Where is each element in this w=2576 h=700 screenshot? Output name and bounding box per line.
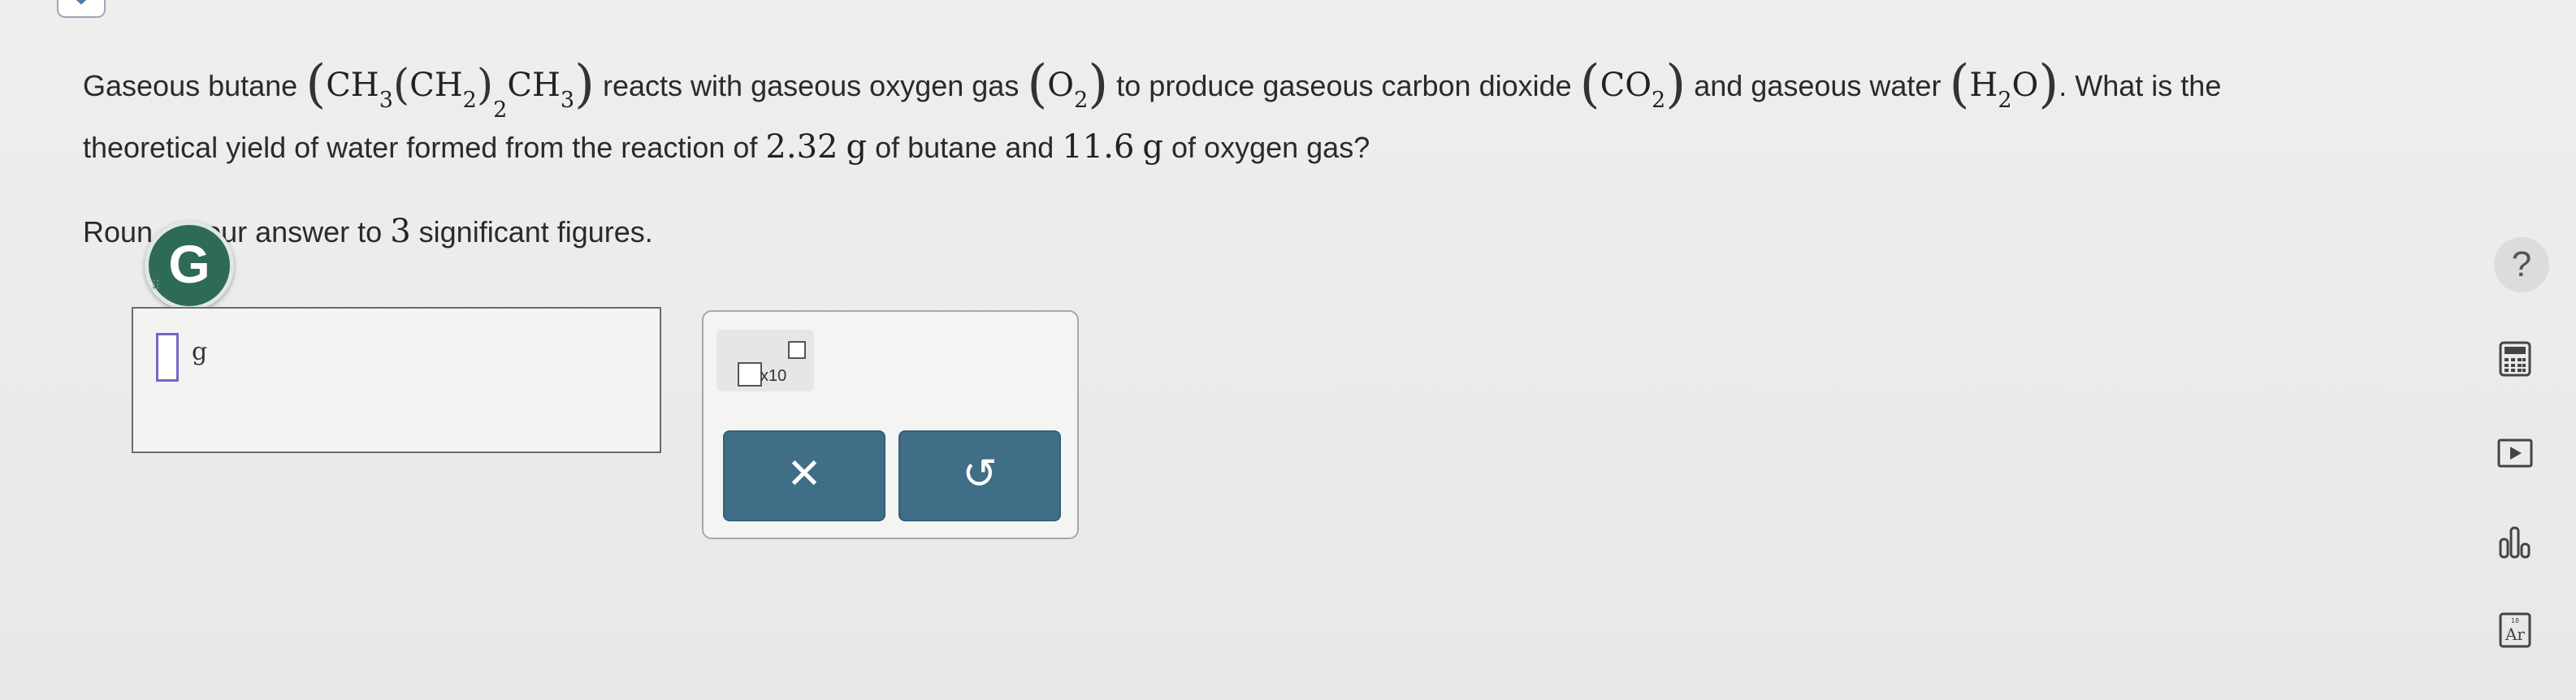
periodic-table-icon[interactable]: Ar 18 — [2496, 611, 2535, 650]
question-text: of butane and — [875, 131, 1054, 164]
paren-close: ) — [1088, 54, 1109, 115]
paren-open: ( — [305, 54, 327, 115]
instruction-text: our answer to — [205, 215, 383, 248]
clear-button[interactable]: ✕ — [723, 430, 885, 521]
sig-figs-value: 3 — [390, 213, 411, 250]
question-line-1: Gaseous butane (CH3(CH2)2CH3) reacts wit… — [83, 49, 2222, 123]
x10-label: x10 — [760, 367, 787, 385]
question-text: . What is the — [2059, 69, 2222, 102]
paren-close: ) — [574, 54, 595, 115]
paren-close: ) — [2038, 54, 2059, 115]
help-button[interactable]: ? — [2494, 237, 2549, 292]
math-tool-panel: x10 ✕ ↺ — [702, 310, 1079, 539]
undo-icon: ↺ — [962, 451, 998, 498]
scientific-notation-button[interactable]: x10 — [717, 330, 814, 391]
instruction-text: Roun — [83, 215, 154, 248]
collapse-chevron-button[interactable] — [57, 0, 106, 18]
question-mark-icon: ? — [2511, 244, 2532, 284]
question-text: of oxygen gas? — [1171, 131, 1370, 164]
paren-open: ( — [1579, 54, 1600, 115]
butane-mass-value: 2.32 — [765, 128, 838, 166]
paren-open: ( — [1949, 54, 1970, 115]
question-text: theoretical yield of water formed from t… — [83, 131, 758, 164]
answer-input-area[interactable]: g — [132, 307, 661, 453]
unit-g: g — [1142, 128, 1164, 166]
instruction-text: significant figures. — [418, 215, 653, 248]
question-line-2: theoretical yield of water formed from t… — [83, 128, 1370, 166]
question-text: Gaseous butane — [83, 69, 298, 102]
oxygen-mass-value: 11.6 — [1062, 128, 1135, 166]
svg-text:Ar: Ar — [2505, 624, 2525, 644]
answer-unit: g — [192, 338, 208, 366]
close-icon: ✕ — [786, 451, 822, 498]
video-icon[interactable] — [2496, 434, 2535, 473]
question-text: to produce gaseous carbon dioxide — [1116, 69, 1572, 102]
paren-open: ( — [1027, 54, 1048, 115]
exponent-box-icon — [788, 341, 806, 359]
unit-g: g — [846, 128, 868, 166]
drag-handle-icon[interactable]: ⠿ — [151, 278, 161, 294]
oxygen-formula: O2 — [1047, 67, 1089, 113]
co2-formula: CO2 — [1600, 67, 1666, 113]
water-formula: H2O — [1969, 67, 2039, 113]
grammarly-icon: G — [168, 234, 210, 294]
data-chart-icon[interactable] — [2496, 521, 2535, 560]
calculator-icon[interactable] — [2496, 339, 2535, 378]
answer-input[interactable] — [156, 333, 179, 382]
grammarly-badge[interactable]: G — [145, 221, 234, 310]
undo-button[interactable]: ↺ — [898, 430, 1061, 521]
paren-close: ) — [1665, 54, 1686, 115]
question-text: reacts with gaseous oxygen gas — [603, 69, 1020, 102]
question-text: and gaseous water — [1694, 69, 1942, 102]
base-box-icon — [738, 362, 762, 387]
chevron-down-icon — [76, 0, 87, 5]
svg-text:18: 18 — [2511, 617, 2519, 624]
butane-formula: CH3(CH2)2CH3 — [326, 61, 575, 123]
